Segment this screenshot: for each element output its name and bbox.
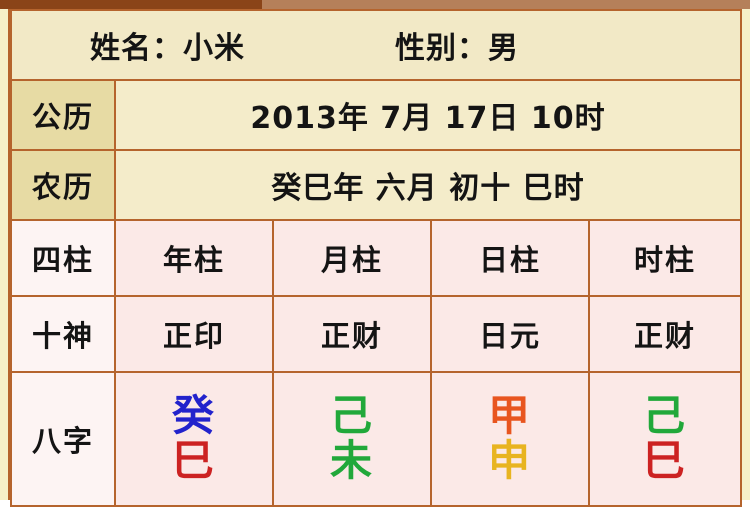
bazi-cell-month: 己 未 [272, 371, 432, 507]
ten-gods-row: 十神 正印 正财 日元 正财 [10, 295, 743, 373]
left-margin-strip [0, 9, 8, 500]
bazi-chart-page: 姓名：小米 性别：男 公历 2013年 7月 17日 10时 农历 癸巳年 六月… [0, 0, 750, 507]
right-margin-strip [742, 9, 750, 500]
four-pillars-label: 四柱 [10, 219, 116, 297]
solar-date-label: 公历 [10, 79, 116, 151]
top-bar-left-segment [0, 0, 262, 9]
bazi-label: 八字 [10, 371, 116, 507]
solar-date-row: 公历 2013年 7月 17日 10时 [10, 79, 743, 151]
bazi-branch-hour: 巳 [643, 436, 688, 485]
name-field: 姓名：小米 [90, 31, 245, 66]
ten-gods-label: 十神 [10, 295, 116, 373]
bazi-cell-hour: 己 巳 [587, 371, 743, 507]
pillar-header-day: 日柱 [430, 219, 590, 297]
four-pillars-row: 四柱 年柱 月柱 日柱 时柱 [10, 219, 743, 297]
lunar-date-row: 农历 癸巳年 六月 初十 巳时 [10, 149, 743, 221]
bazi-table: 姓名：小米 性别：男 公历 2013年 7月 17日 10时 农历 癸巳年 六月… [9, 9, 743, 507]
gender-field: 性别：男 [395, 31, 519, 66]
ten-gods-hour: 正财 [587, 295, 743, 373]
bazi-stem-month: 己 [329, 391, 374, 441]
bazi-branch-year: 巳 [171, 436, 216, 485]
ten-gods-month: 正财 [272, 295, 432, 373]
bazi-cell-year: 癸 巳 [114, 371, 274, 507]
lunar-date-value: 癸巳年 六月 初十 巳时 [113, 149, 743, 221]
bazi-branch-day: 申 [487, 436, 532, 485]
person-header-cell: 姓名：小米 性别：男 [9, 9, 743, 81]
bazi-table-container: 姓名：小米 性别：男 公历 2013年 7月 17日 10时 农历 癸巳年 六月… [8, 9, 743, 507]
top-bar-right-segment [262, 0, 750, 9]
pillar-header-month: 月柱 [272, 219, 432, 297]
person-header-row: 姓名：小米 性别：男 [9, 9, 743, 81]
bazi-stem-hour: 己 [643, 391, 688, 441]
bazi-characters-row: 八字 癸 巳 己 未 甲 申 己 巳 [10, 371, 743, 507]
ten-gods-year: 正印 [114, 295, 274, 373]
bazi-stem-day: 甲 [487, 391, 532, 441]
pillar-header-year: 年柱 [114, 219, 274, 297]
pillar-header-hour: 时柱 [587, 219, 743, 297]
lunar-date-label: 农历 [10, 149, 116, 221]
bazi-cell-day: 甲 申 [430, 371, 590, 507]
bazi-branch-month: 未 [329, 436, 374, 485]
solar-date-value: 2013年 7月 17日 10时 [113, 79, 743, 151]
top-decorative-bar [0, 0, 750, 9]
bazi-stem-year: 癸 [171, 391, 216, 441]
ten-gods-day: 日元 [430, 295, 590, 373]
